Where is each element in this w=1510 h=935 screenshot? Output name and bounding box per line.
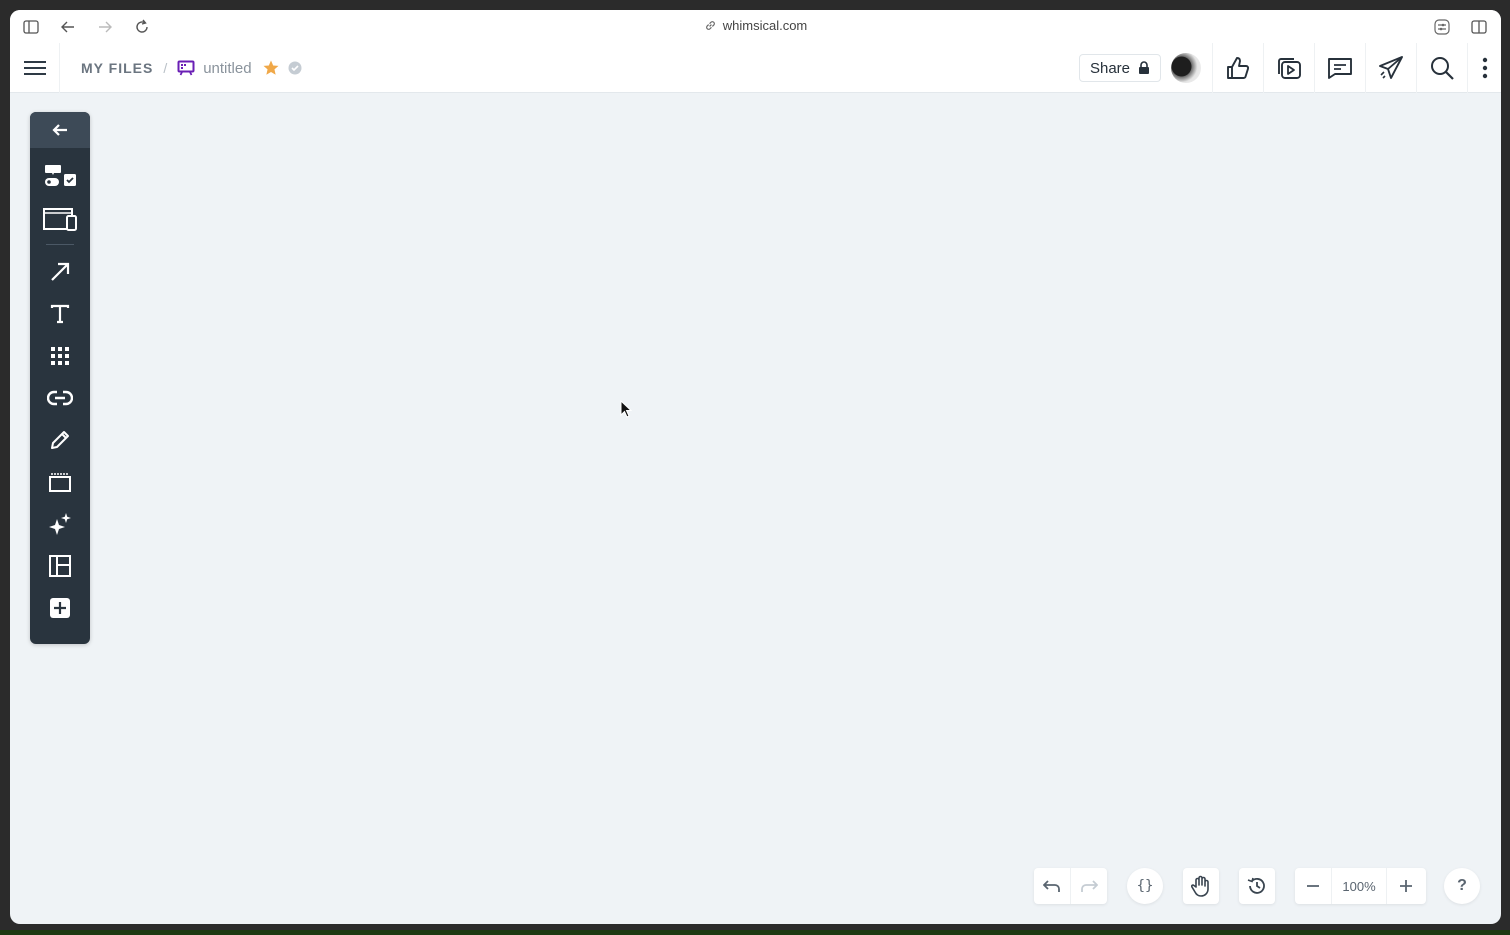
link-icon [705,21,715,30]
undo-redo-group [1034,868,1107,904]
address-bar[interactable]: whimsical.com [10,18,1501,33]
share-button[interactable]: Share [1078,54,1161,82]
presentation-icon [1278,58,1301,79]
code-label: {} [1136,878,1154,894]
canvas[interactable] [10,94,1501,924]
header-actions: Share [1078,43,1501,93]
zoom-level[interactable]: 100% [1332,879,1386,894]
more-vertical-icon [1482,57,1487,79]
hand-tool-button[interactable] [1183,868,1219,904]
redo-button[interactable] [1071,868,1107,904]
verified-icon [288,61,302,75]
tool-pencil[interactable] [30,419,90,461]
search-button[interactable] [1416,43,1467,93]
history-button[interactable] [1239,868,1275,904]
thumbs-up-icon [1227,57,1250,79]
pencil-icon [51,431,69,449]
tool-text[interactable] [30,293,90,335]
plus-icon [50,598,70,618]
code-button[interactable]: {} [1127,868,1163,904]
history-icon [1247,877,1265,894]
device-frame-icon [43,208,77,231]
breadcrumb-separator: / [163,60,168,76]
desktop-strip [0,930,1510,935]
browser-bar: whimsical.com [10,10,1501,43]
menu-button[interactable] [10,43,60,93]
tool-layout[interactable] [30,545,90,587]
layout-icon [49,555,71,577]
comments-button[interactable] [1314,43,1365,93]
tool-link[interactable] [30,377,90,419]
more-options-button[interactable] [1467,43,1501,93]
toolbar-divider [46,244,74,245]
link-icon [47,390,73,406]
present-button[interactable] [1263,43,1314,93]
avatar[interactable] [1171,53,1201,83]
tool-device-frame[interactable] [30,198,90,240]
zoom-out-button[interactable] [1295,868,1331,904]
star-icon[interactable] [262,59,280,77]
grid-icon [51,347,69,365]
extension-icon[interactable] [1433,18,1451,36]
mouse-cursor-icon [620,400,632,418]
text-icon [50,304,70,324]
undo-icon [1043,880,1060,892]
tool-more[interactable] [30,587,90,629]
app-header: MY FILES / untitled Share [10,43,1501,93]
help-label: ? [1457,877,1467,894]
help-button[interactable]: ? [1444,868,1480,904]
tool-wireframe-components[interactable] [30,156,90,198]
tool-ai[interactable] [30,503,90,545]
hand-icon [1191,875,1209,897]
paper-plane-icon [1379,56,1403,79]
breadcrumb: MY FILES / untitled [81,43,302,93]
send-button[interactable] [1365,43,1416,93]
browser-window: whimsical.com MY FILES / untitled Share [10,10,1501,924]
tool-palette [30,112,90,644]
zoom-in-button[interactable] [1387,868,1425,904]
sparkle-icon [49,513,71,535]
collapse-toolbar-button[interactable] [30,112,90,148]
tool-grid[interactable] [30,335,90,377]
zoom-controls: 100% [1295,868,1426,904]
plus-icon [1400,880,1412,892]
breadcrumb-my-files[interactable]: MY FILES [81,60,153,76]
search-icon [1431,57,1454,80]
board-icon [177,60,195,76]
split-view-icon[interactable] [1470,18,1488,36]
url-text: whimsical.com [722,18,808,33]
comment-icon [1328,58,1352,79]
arrow-icon [51,262,70,281]
undo-button[interactable] [1034,868,1070,904]
section-icon [49,473,71,492]
tool-section[interactable] [30,461,90,503]
like-button[interactable] [1212,43,1263,93]
minus-icon [1307,885,1319,887]
lock-icon [1139,61,1149,74]
redo-icon [1081,880,1098,892]
share-label: Share [1089,59,1130,77]
file-name[interactable]: untitled [203,60,251,77]
tool-connector[interactable] [30,251,90,293]
components-icon [45,165,76,186]
arrow-left-icon [52,124,67,136]
hamburger-icon [23,61,46,75]
